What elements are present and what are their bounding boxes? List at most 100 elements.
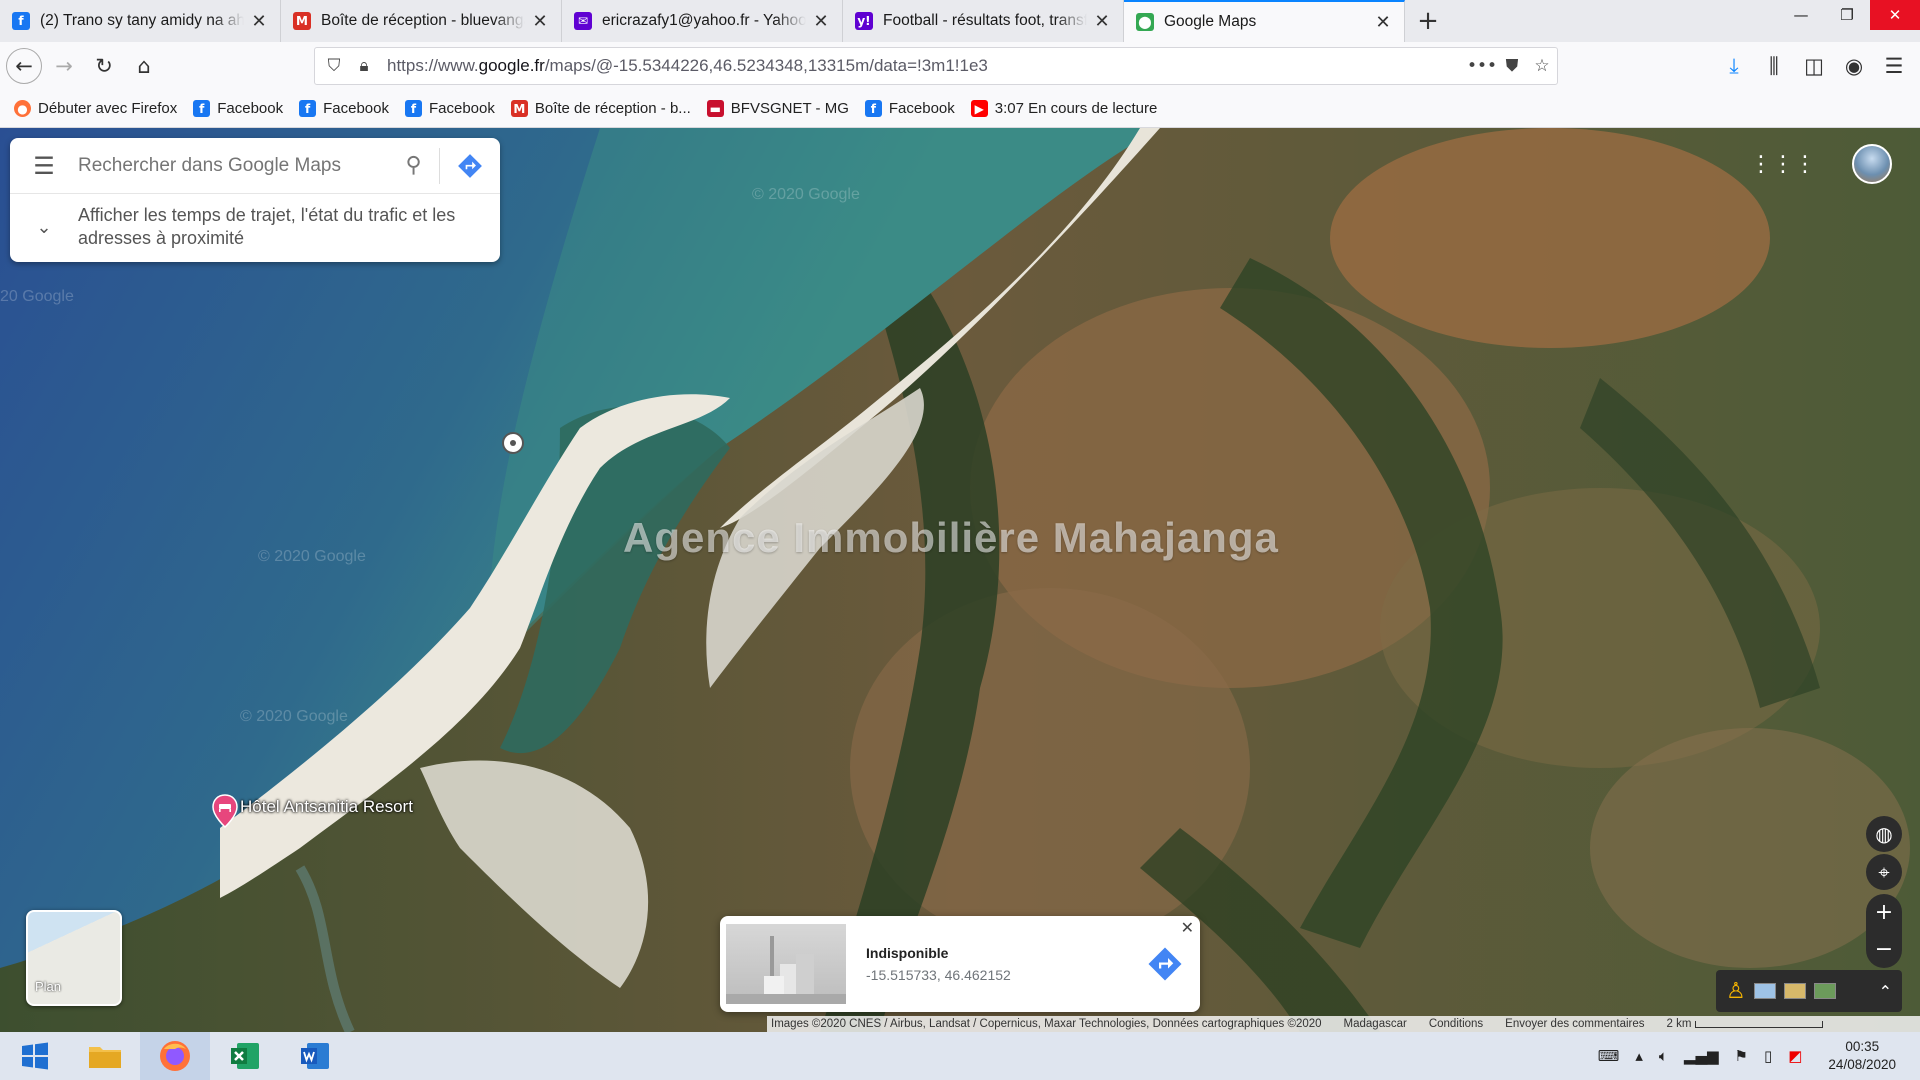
downloads-icon[interactable]: ⤓ <box>1716 48 1752 84</box>
feedback-link[interactable]: Envoyer des commentaires <box>1505 1018 1644 1030</box>
gmail-icon: M <box>293 12 311 30</box>
tab-google-maps[interactable]: ⬤ Google Maps ✕ <box>1124 0 1405 42</box>
menu-icon[interactable]: ☰ <box>1876 48 1912 84</box>
scale-bar[interactable]: 2 km <box>1667 1018 1824 1030</box>
bookmark-item[interactable]: ● Débuter avec Firefox <box>14 100 177 117</box>
word-icon[interactable] <box>280 1032 350 1080</box>
attribution-bar: Images ©2020 CNES / Airbus, Landsat / Co… <box>767 1016 1920 1032</box>
zoom-controls: + − <box>1866 894 1902 968</box>
search-input[interactable] <box>78 154 388 177</box>
tab-yahoo-football[interactable]: y!Football - résultats foot, transferts✕ <box>843 0 1124 42</box>
bookmark-item[interactable]: ▬ BFVSGNET - MG <box>706 100 849 117</box>
keyboard-icon[interactable]: ⌨ <box>1598 1047 1620 1065</box>
tray-expand-icon[interactable]: ▴ <box>1635 1047 1643 1065</box>
home-button[interactable]: ⌂ <box>126 48 162 84</box>
windows-logo-icon <box>22 1042 48 1070</box>
tab-yahoo-mail[interactable]: ✉ericrazafy1@yahoo.fr - Yahoo Mail✕ <box>562 0 843 42</box>
close-tab-icon[interactable]: ✕ <box>1093 11 1111 32</box>
excel-icon[interactable] <box>210 1032 280 1080</box>
reload-button[interactable]: ↻ <box>86 48 122 84</box>
zoom-in-button[interactable]: + <box>1875 900 1893 925</box>
gmail-icon: M <box>510 100 528 117</box>
antivirus-icon[interactable]: ◩ <box>1788 1047 1802 1065</box>
back-button[interactable]: ← <box>6 48 42 84</box>
layer-thumb-map[interactable] <box>1753 983 1776 999</box>
dropped-pin-icon[interactable] <box>502 432 524 454</box>
close-icon[interactable]: ✕ <box>1181 918 1194 937</box>
library-icon[interactable]: ⫼ <box>1756 48 1792 84</box>
search-icon[interactable]: ⚲ <box>388 147 440 184</box>
bookmark-item[interactable]: f Facebook <box>864 100 955 117</box>
minimize-button[interactable]: — <box>1778 0 1824 30</box>
bookmark-item[interactable]: M Boîte de réception - b... <box>510 100 691 117</box>
tab-strip: f (2) Trano sy tany amidy na ahofa ✕ M Boît… <box>0 0 1920 42</box>
layer-thumb-satellite[interactable] <box>1813 983 1836 999</box>
flag-icon[interactable]: ⚑ <box>1735 1047 1748 1065</box>
bookmark-item[interactable]: f Facebook <box>193 100 283 117</box>
account-icon[interactable]: ◉ <box>1836 48 1872 84</box>
url-text[interactable]: https://www.google.fr/maps/@-15.5344226,… <box>387 56 1467 76</box>
clock[interactable]: 00:35 24/08/2020 <box>1828 1038 1896 1074</box>
conditions-link[interactable]: Conditions <box>1429 1018 1483 1030</box>
map-copyright-faint: 20 Google <box>0 288 74 305</box>
my-location-icon[interactable]: ⌖ <box>1866 854 1902 890</box>
info-coords[interactable]: -15.515733, 46.462152 <box>866 967 1130 983</box>
google-maps-icon: ⬤ <box>1136 13 1154 31</box>
bookmark-item[interactable]: f Facebook <box>404 100 495 117</box>
tracking-shield-icon[interactable]: ⛉ <box>319 56 349 76</box>
windows-taskbar: ⌨ ▴ 🔈︎ ▂▄▆ ⚑ ▯ ◩ 00:35 24/08/2020 <box>0 1032 1920 1080</box>
hotel-label: Hôtel Antsanitia Resort <box>240 797 413 816</box>
bfv-icon: ▬ <box>706 100 724 117</box>
forward-button[interactable]: → <box>46 48 82 84</box>
globe-icon[interactable]: ◍ <box>1866 816 1902 852</box>
tab-gmail[interactable]: M Boîte de réception - bluevanga ✕ <box>281 0 562 42</box>
close-tab-icon[interactable]: ✕ <box>812 11 830 32</box>
chevron-down-icon[interactable]: ⌄ <box>10 217 78 238</box>
url-bar[interactable]: ⛉ 🔒︎ https://www.google.fr/maps/@-15.534… <box>314 47 1558 85</box>
pocket-icon[interactable]: ⛊ <box>1497 56 1527 76</box>
nearby-info-toggle[interactable]: ⌄ Afficher les temps de trajet, l'état d… <box>10 194 500 260</box>
bookmark-item[interactable]: ▶ 3:07 En cours de lecture <box>970 100 1157 117</box>
start-button[interactable] <box>0 1032 70 1080</box>
google-apps-icon[interactable]: ⋮⋮⋮ <box>1750 152 1816 177</box>
close-tab-icon[interactable]: ✕ <box>250 11 268 32</box>
layer-thumb-terrain[interactable] <box>1783 983 1806 999</box>
sidebar-icon[interactable]: ◫ <box>1796 48 1832 84</box>
volume-icon[interactable]: 🔈︎ <box>1659 1047 1668 1065</box>
close-tab-icon[interactable]: ✕ <box>531 11 549 32</box>
firefox-taskbar-icon[interactable] <box>140 1032 210 1080</box>
info-title: Indisponible <box>866 945 949 961</box>
firefox-icon: ● <box>14 100 31 117</box>
avatar[interactable] <box>1852 144 1892 184</box>
facebook-icon: f <box>193 100 211 117</box>
new-tab-button[interactable]: + <box>1405 0 1451 42</box>
restore-button[interactable]: ❐ <box>1824 0 1870 30</box>
hotel-marker[interactable]: Hôtel Antsanitia Resort <box>212 794 413 828</box>
expand-up-icon[interactable]: ⌃ <box>1879 982 1892 1001</box>
directions-icon[interactable] <box>440 153 500 179</box>
country-link[interactable]: Madagascar <box>1344 1018 1407 1030</box>
lock-icon[interactable]: 🔒︎ <box>349 56 379 76</box>
bookmark-item[interactable]: f Facebook <box>299 100 389 117</box>
pegman-icon[interactable]: ♙ <box>1726 979 1746 1004</box>
network-icon[interactable]: ▂▄▆ <box>1684 1047 1719 1065</box>
streetview-thumbnail[interactable] <box>726 924 846 1004</box>
facebook-icon: f <box>404 100 422 117</box>
info-directions-icon[interactable] <box>1130 946 1200 982</box>
plan-layer-toggle[interactable]: Plan <box>26 910 122 1006</box>
nav-toolbar: ← → ↻ ⌂ ⛉ 🔒︎ https://www.google.fr/maps/… <box>0 42 1920 90</box>
close-window-button[interactable]: ✕ <box>1870 0 1920 30</box>
close-tab-icon[interactable]: ✕ <box>1374 12 1392 33</box>
battery-icon[interactable]: ▯ <box>1764 1047 1772 1065</box>
satellite-map[interactable]: © 2020 Google 20 Google © 2020 Google © … <box>0 128 1920 1032</box>
hamburger-menu-icon[interactable]: ☰ <box>10 152 78 180</box>
hotel-pin-icon <box>212 794 238 828</box>
tab-facebook[interactable]: f (2) Trano sy tany amidy na ahofa ✕ <box>0 0 281 42</box>
zoom-out-button[interactable]: − <box>1875 937 1893 962</box>
facebook-icon: f <box>864 100 882 117</box>
map-copyright-faint: © 2020 Google <box>258 548 366 565</box>
file-explorer-icon[interactable] <box>70 1032 140 1080</box>
page-actions-icon[interactable]: ••• <box>1467 56 1497 76</box>
bookmark-star-icon[interactable]: ☆ <box>1527 56 1557 76</box>
system-tray: ⌨ ▴ 🔈︎ ▂▄▆ ⚑ ▯ ◩ 00:35 24/08/2020 <box>1598 1032 1920 1080</box>
